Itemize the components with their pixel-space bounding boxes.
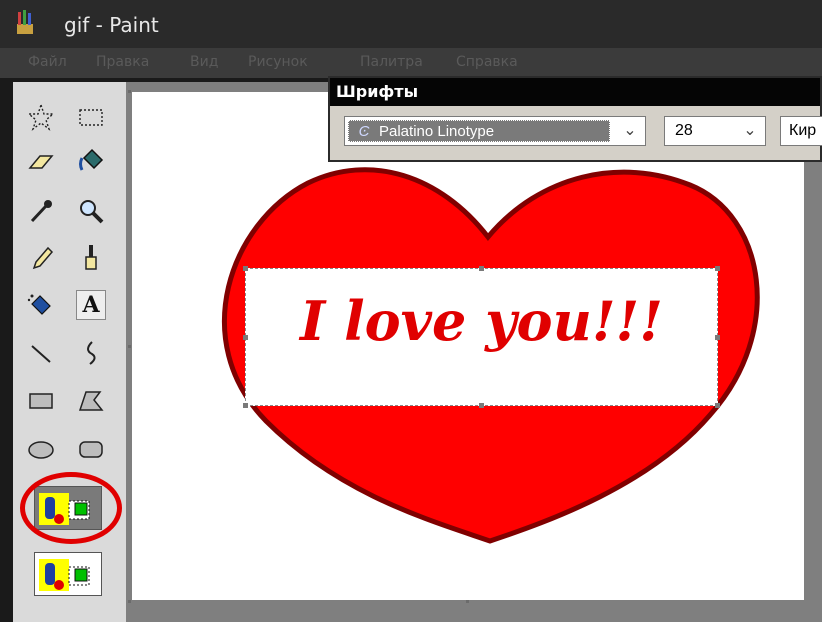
selection-handle[interactable] <box>243 335 248 340</box>
polygon-tool[interactable] <box>76 386 106 416</box>
selection-handle[interactable] <box>479 266 484 271</box>
rounded-rectangle-tool[interactable] <box>76 434 106 464</box>
font-size-dropdown[interactable]: 28 ⌄ <box>664 116 766 146</box>
window-title: gif - Paint <box>64 13 159 37</box>
font-name-dropdown[interactable]: Ͼ Palatino Linotype ⌄ <box>344 116 646 146</box>
magnifier-tool[interactable] <box>76 196 106 226</box>
pencil-icon <box>32 246 54 270</box>
font-name-text: Palatino Linotype <box>379 123 495 140</box>
title-bar: gif - Paint <box>0 0 822 48</box>
color-picker-tool[interactable] <box>26 196 56 226</box>
transparent-background-option[interactable] <box>34 552 102 596</box>
rectangle-icon <box>29 393 53 409</box>
canvas-resize-handle[interactable] <box>128 90 131 93</box>
font-size-value: 28 <box>675 122 693 139</box>
selection-handle[interactable] <box>243 403 248 408</box>
selection-handle[interactable] <box>715 403 720 408</box>
fonts-toolbar: Шрифты Ͼ Palatino Linotype ⌄ 28 ⌄ Кир <box>328 76 822 162</box>
menu-view[interactable]: Вид <box>190 54 218 70</box>
polygon-icon <box>78 391 104 411</box>
curve-icon <box>87 341 96 365</box>
menu-help[interactable]: Справка <box>456 54 518 70</box>
fill-tool[interactable] <box>76 146 106 176</box>
selection-handle[interactable] <box>715 266 720 271</box>
star-select-icon <box>27 102 55 131</box>
script-dropdown[interactable]: Кир <box>780 116 822 146</box>
ellipse-tool[interactable] <box>26 434 56 464</box>
rectangle-tool[interactable] <box>26 386 56 416</box>
eraser-icon <box>28 155 54 169</box>
rounded-rectangle-icon <box>79 441 103 458</box>
selection-handle[interactable] <box>243 266 248 271</box>
fonts-toolbar-title: Шрифты <box>330 78 820 106</box>
brush-icon <box>85 245 97 270</box>
canvas-resize-handle[interactable] <box>128 600 131 603</box>
script-value: Кир <box>789 122 817 139</box>
menu-palette[interactable]: Палитра <box>360 54 423 70</box>
opentype-font-icon: Ͼ <box>358 123 370 140</box>
menu-edit[interactable]: Правка <box>96 54 149 70</box>
curve-tool[interactable] <box>76 338 106 368</box>
font-name-value: Ͼ Palatino Linotype <box>348 120 610 142</box>
pencil-tool[interactable] <box>26 242 56 272</box>
selection-handle[interactable] <box>479 403 484 408</box>
line-tool[interactable] <box>26 338 56 368</box>
chevron-down-icon[interactable]: ⌄ <box>615 117 645 145</box>
menu-image[interactable]: Рисунок <box>248 54 308 70</box>
free-select-tool[interactable] <box>26 102 56 132</box>
rect-select-tool[interactable] <box>76 102 106 132</box>
chevron-down-icon[interactable]: ⌄ <box>735 117 765 145</box>
transparent-shapes-icon <box>39 559 90 591</box>
brush-tool[interactable] <box>76 242 106 272</box>
text-selection-box[interactable]: I love you!!! <box>245 268 718 406</box>
eraser-tool[interactable] <box>26 146 56 176</box>
canvas-text: I love you!!! <box>300 289 663 353</box>
dashed-rectangle-icon <box>79 109 103 126</box>
selection-handle[interactable] <box>715 335 720 340</box>
text-tool[interactable]: A <box>76 290 106 320</box>
paint-app-icon <box>17 10 33 34</box>
canvas-resize-handle[interactable] <box>466 600 469 603</box>
airbrush-icon <box>27 294 51 315</box>
magnifier-icon <box>80 200 104 224</box>
ellipse-icon <box>28 441 54 459</box>
eyedropper-icon <box>30 200 52 223</box>
text-tool-label: A <box>82 292 100 318</box>
highlight-circle <box>20 472 122 544</box>
canvas-resize-handle[interactable] <box>128 345 131 348</box>
line-icon <box>31 345 51 363</box>
menu-file[interactable]: Файл <box>28 54 67 70</box>
airbrush-tool[interactable] <box>26 290 56 320</box>
paint-bucket-icon <box>79 148 104 171</box>
menu-bar: Файл Правка Вид Рисунок Палитра Справка <box>0 48 822 78</box>
